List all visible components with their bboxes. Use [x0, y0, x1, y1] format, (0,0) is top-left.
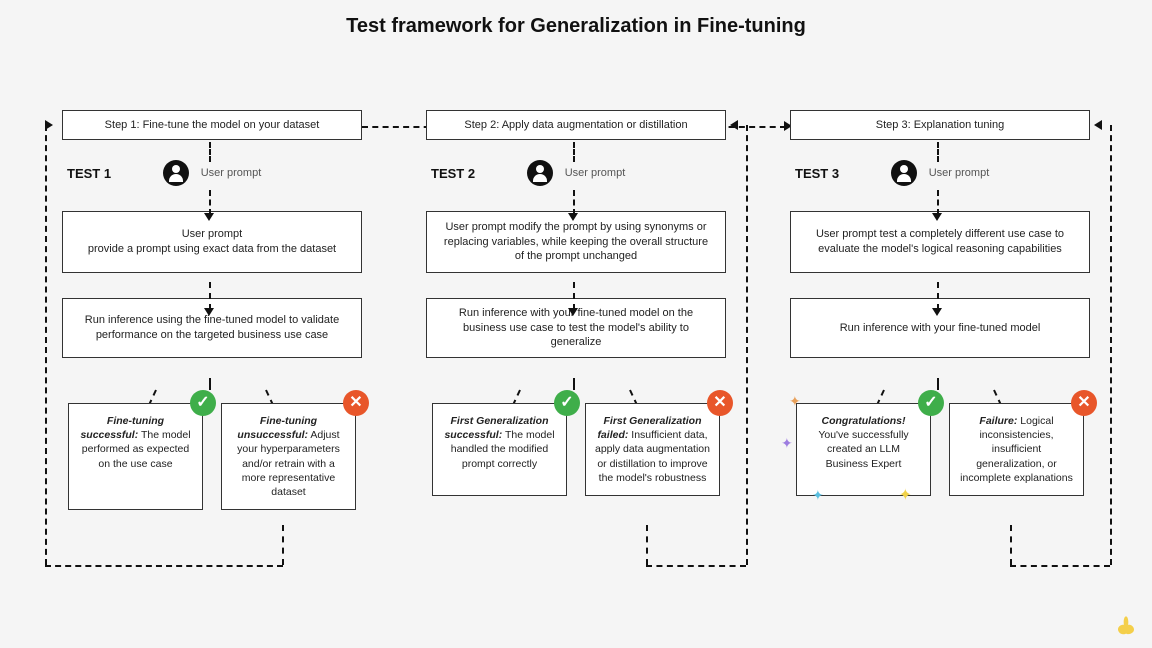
- arrow-icon: [932, 213, 942, 221]
- outcomes-1: ✓ Fine-tuning successful: The model perf…: [62, 403, 362, 510]
- connector: [209, 378, 211, 390]
- user-icon: [163, 160, 189, 186]
- column-test3: Step 3: Explanation tuning TEST 3 User p…: [788, 110, 1092, 510]
- arrow-icon: [568, 213, 578, 221]
- connector: [209, 142, 211, 162]
- test3-label: TEST 3: [795, 166, 839, 181]
- user-prompt-label: User prompt: [201, 167, 262, 179]
- diagram-title: Test framework for Generalization in Fin…: [0, 15, 1152, 38]
- connector: [937, 378, 939, 390]
- check-icon: ✓: [190, 390, 216, 416]
- brand-logo-icon: [1112, 614, 1140, 642]
- inference-box-3: Run inference with your fine-tuned model: [790, 298, 1090, 358]
- connector: [209, 282, 211, 310]
- connector: [573, 142, 575, 162]
- failure-title-3: Failure:: [979, 415, 1017, 427]
- loopback-2: [646, 565, 746, 567]
- star-icon: ✦: [781, 434, 793, 453]
- star-icon: ✦: [899, 485, 912, 507]
- arrow-icon: [932, 308, 942, 316]
- loopback-2: [746, 125, 748, 565]
- outcome-failure-1: ✕ Fine-tuning unsuccessful: Adjust your …: [221, 403, 356, 510]
- cross-icon: ✕: [707, 390, 733, 416]
- connector: [937, 190, 939, 215]
- test3-row: TEST 3 User prompt: [790, 160, 1090, 186]
- arrow-icon: [204, 308, 214, 316]
- check-icon: ✓: [554, 390, 580, 416]
- cross-icon: ✕: [343, 390, 369, 416]
- outcomes-3: ✓ ✦ ✦ ✦ ✦ Congratulations! You've succes…: [790, 403, 1090, 496]
- loopback-1: [45, 565, 283, 567]
- test2-row: TEST 2 User prompt: [426, 160, 726, 186]
- user-prompt-label: User prompt: [565, 167, 626, 179]
- arrow-icon: [730, 120, 738, 130]
- loopback-3: [1110, 125, 1112, 565]
- loopback-2: [646, 525, 648, 565]
- loopback-3: [1010, 565, 1110, 567]
- loopback-1: [282, 525, 284, 565]
- connector: [209, 190, 211, 215]
- inference-box-2: Run inference with your fine-tuned model…: [426, 298, 726, 358]
- user-icon: [527, 160, 553, 186]
- step2-header: Step 2: Apply data augmentation or disti…: [426, 110, 726, 140]
- loopback-1: [45, 125, 47, 565]
- check-icon: ✓: [918, 390, 944, 416]
- arrow-icon: [1094, 120, 1102, 130]
- connector: [937, 142, 939, 162]
- star-icon: ✦: [812, 486, 824, 505]
- outcome-success-3: ✓ ✦ ✦ ✦ ✦ Congratulations! You've succes…: [796, 403, 931, 496]
- outcome-failure-2: ✕ First Generalization failed: Insuffici…: [585, 403, 720, 496]
- test2-label: TEST 2: [431, 166, 475, 181]
- arrow-icon: [204, 213, 214, 221]
- outcome-success-1: ✓ Fine-tuning successful: The model perf…: [68, 403, 203, 510]
- step3-header: Step 3: Explanation tuning: [790, 110, 1090, 140]
- step1-header: Step 1: Fine-tune the model on your data…: [62, 110, 362, 140]
- connector: [937, 282, 939, 310]
- user-prompt-label: User prompt: [929, 167, 990, 179]
- connector: [573, 282, 575, 310]
- test1-label: TEST 1: [67, 166, 111, 181]
- failure-title-1: Fine-tuning unsuccessful:: [237, 415, 317, 441]
- failure-body-3: Logical inconsistencies, insufficient ge…: [960, 415, 1073, 484]
- outcomes-2: ✓ First Generalization successful: The m…: [426, 403, 726, 496]
- outcome-success-2: ✓ First Generalization successful: The m…: [432, 403, 567, 496]
- column-test2: Step 2: Apply data augmentation or disti…: [424, 110, 728, 510]
- test1-row: TEST 1 User prompt: [62, 160, 362, 186]
- columns-container: Step 1: Fine-tune the model on your data…: [60, 110, 1092, 510]
- arrow-icon: [45, 120, 53, 130]
- inference-box-1: Run inference using the fine-tuned model…: [62, 298, 362, 358]
- arrow-icon: [568, 308, 578, 316]
- success-body-3: You've successfully created an LLM Busin…: [818, 429, 908, 469]
- connector: [573, 190, 575, 215]
- connector: [573, 378, 575, 390]
- loopback-3: [1010, 525, 1012, 565]
- outcome-failure-3: ✕ Failure: Logical inconsistencies, insu…: [949, 403, 1084, 496]
- star-icon: ✦: [789, 392, 801, 411]
- column-test1: Step 1: Fine-tune the model on your data…: [60, 110, 364, 510]
- user-icon: [891, 160, 917, 186]
- success-title-3: Congratulations!: [822, 415, 906, 427]
- cross-icon: ✕: [1071, 390, 1097, 416]
